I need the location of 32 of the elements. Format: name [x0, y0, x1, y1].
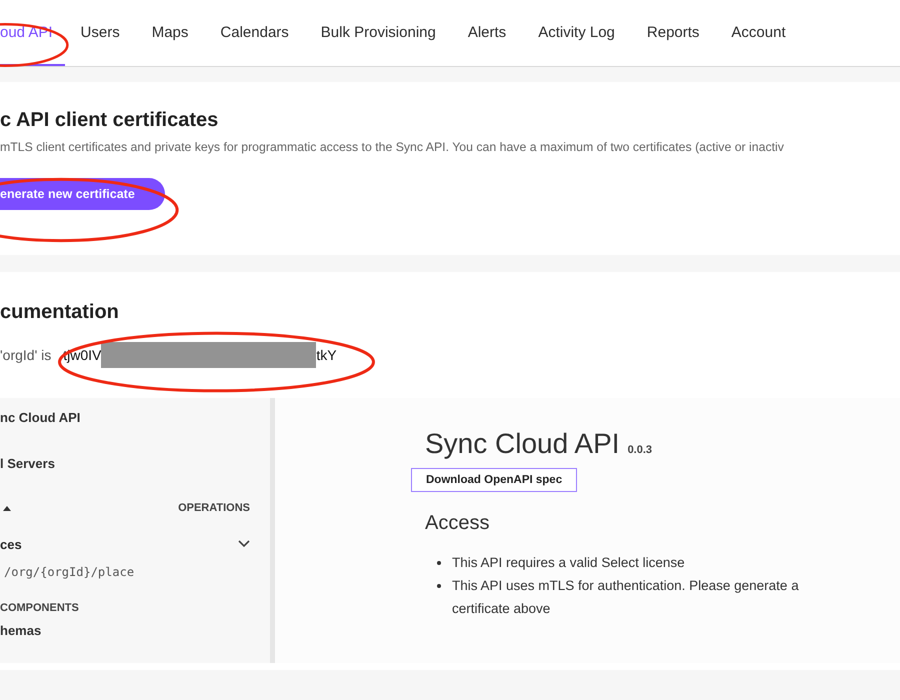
scrollbar[interactable] — [270, 398, 275, 663]
section-title: cumentation — [0, 301, 120, 324]
bullet-dot — [437, 561, 441, 565]
sidebar-section-label: OPERATIONS — [178, 502, 250, 514]
endpoint-item[interactable]: /org/{orgId}/place — [0, 565, 250, 593]
nav-tab[interactable]: Account — [715, 0, 802, 66]
access-heading: Access — [425, 512, 490, 535]
api-title: Sync Cloud API — [425, 428, 620, 460]
nav-tab[interactable]: Bulk Provisioning — [304, 0, 452, 66]
sidebar-item[interactable]: l Servers — [0, 456, 250, 493]
nav-tab[interactable]: Users — [64, 0, 136, 66]
generate-certificate-button[interactable]: enerate new certificate — [0, 178, 165, 210]
sidebar-item[interactable]: hemas — [0, 623, 250, 660]
bullet-dot — [437, 584, 441, 588]
section-title: c API client certificates — [0, 109, 220, 132]
nav-tab[interactable]: Alerts — [452, 0, 522, 66]
chevron-down-icon[interactable] — [238, 540, 250, 548]
nav-tab[interactable]: Reports — [630, 0, 716, 66]
org-id-label: 'orgId' is — [0, 347, 52, 363]
nav-tab[interactable]: Maps — [136, 0, 204, 66]
sidebar-group[interactable]: ces — [0, 536, 22, 552]
sidebar-section-label: COMPONENTS — [0, 602, 79, 614]
nav-tab[interactable]: Activity Log — [522, 0, 631, 66]
version-label: 0.0.3 — [628, 444, 652, 456]
bullet-item: This API requires a valid Select license — [452, 554, 685, 572]
description-text: mTLS client certificates and private keys for programmatic access to the Sync API. You can have a maximum of two certificates (active or inactiv — [0, 140, 785, 154]
caret-up-icon[interactable] — [2, 504, 12, 512]
bullet-item: This API uses mTLS for authentication. Please generate a certificate above — [452, 577, 800, 618]
download-spec-button[interactable]: Download OpenAPI spec — [411, 468, 578, 492]
sidebar-title[interactable]: nc Cloud API — [0, 410, 250, 456]
org-id-value: tkY — [316, 347, 337, 363]
nav-tab[interactable]: Calendars — [204, 0, 305, 66]
